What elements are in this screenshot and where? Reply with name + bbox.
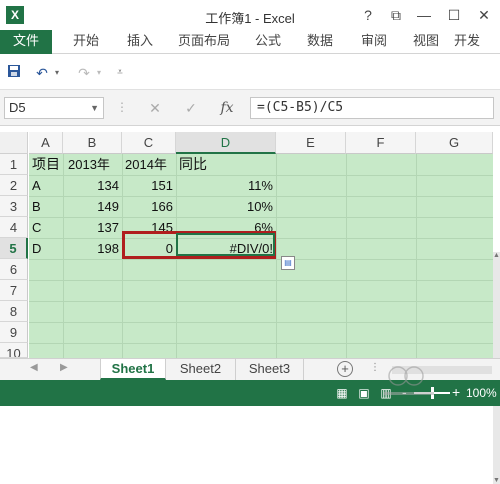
tab-insert[interactable]: 插入 [116, 30, 164, 54]
row-header-3[interactable]: 3 [0, 196, 28, 217]
formula-bar: D5 ▼ ⋮ ✕ ✓ fx =(C5-B5)/C5 [0, 90, 500, 126]
cell-c1[interactable]: 2014年 [122, 154, 182, 175]
cell-c2[interactable]: 151 [122, 175, 176, 196]
tab-view[interactable]: 视图 [404, 30, 448, 54]
column-header-c[interactable]: C [122, 132, 176, 154]
gridline [29, 343, 493, 344]
row-header-9[interactable]: 9 [0, 322, 28, 343]
column-header-d[interactable]: D [176, 132, 276, 154]
active-cell-border [176, 233, 275, 256]
scroll-up-icon[interactable]: ▲ [493, 252, 500, 259]
cell-b5[interactable]: 198 [63, 238, 122, 259]
zoom-in-button[interactable]: + [452, 384, 460, 400]
tab-review[interactable]: 审阅 [352, 30, 396, 54]
gridline [416, 154, 417, 358]
watermark-logo [384, 366, 434, 395]
cell-d3[interactable]: 10% [176, 196, 276, 217]
gridline [29, 280, 493, 281]
row-header-1[interactable]: 1 [0, 154, 28, 175]
tab-page-layout[interactable]: 页面布局 [172, 30, 236, 54]
column-header-a[interactable]: A [29, 132, 63, 154]
title-bar: X 工作簿1 - Excel ? ⧉ — ☐ ✕ [0, 0, 500, 30]
cell-a1[interactable]: 项目 [29, 154, 69, 175]
tab-file[interactable]: 文件 [0, 30, 52, 54]
insert-function-icon[interactable]: fx [216, 99, 238, 117]
enter-icon[interactable]: ✓ [180, 99, 202, 117]
undo-dropdown-icon[interactable]: ▾ [52, 64, 62, 82]
row-header-4[interactable]: 4 [0, 217, 28, 238]
ribbon-tabs: 文件 开始 插入 页面布局 公式 数据 审阅 视图 开发 [0, 30, 500, 54]
prev-sheet-icon[interactable]: ◀ [30, 362, 38, 373]
page-layout-view-icon[interactable]: ▣ [356, 385, 372, 401]
help-button[interactable]: ? [356, 5, 380, 25]
cancel-icon[interactable]: ✕ [144, 99, 166, 117]
add-sheet-button[interactable]: + [337, 361, 353, 377]
column-header-g[interactable]: G [416, 132, 493, 154]
tab-data[interactable]: 数据 [298, 30, 342, 54]
customize-qat-icon[interactable]: ⩡ [114, 64, 126, 82]
name-box[interactable]: D5 ▼ [4, 97, 104, 119]
maximize-button[interactable]: ☐ [442, 5, 466, 25]
undo-icon[interactable]: ↶ [32, 64, 52, 82]
cell-b4[interactable]: 137 [63, 217, 122, 238]
tab-developer[interactable]: 开发 [454, 30, 494, 54]
row-header-10[interactable]: 10 [0, 343, 28, 358]
gridline [29, 322, 493, 323]
row-header-2[interactable]: 2 [0, 175, 28, 196]
row-header-6[interactable]: 6 [0, 259, 28, 280]
column-header-b[interactable]: B [63, 132, 122, 154]
sheet-tab-sheet1[interactable]: Sheet1 [100, 359, 166, 380]
column-header-e[interactable]: E [276, 132, 346, 154]
cell-c3[interactable]: 166 [122, 196, 176, 217]
cell-a4[interactable]: C [29, 217, 63, 238]
cell-d2[interactable]: 11% [176, 175, 276, 196]
next-sheet-icon[interactable]: ▶ [60, 362, 68, 373]
cell-a3[interactable]: B [29, 196, 63, 217]
quick-analysis-icon[interactable]: ▤ [281, 256, 295, 270]
redo-icon[interactable]: ↷ [74, 64, 94, 82]
drag-handle-icon[interactable]: ⋮ [116, 100, 128, 114]
normal-view-icon[interactable]: ▦ [334, 385, 350, 401]
zoom-level[interactable]: 100% [466, 386, 497, 400]
cell-b2[interactable]: 134 [63, 175, 122, 196]
row-header-5[interactable]: 5 [0, 238, 28, 259]
cell-b3[interactable]: 149 [63, 196, 122, 217]
minimize-button[interactable]: — [412, 5, 436, 25]
chevron-down-icon[interactable]: ▼ [90, 98, 99, 118]
close-button[interactable]: ✕ [472, 5, 496, 25]
sheet-tab-sheet2[interactable]: Sheet2 [166, 359, 236, 380]
ribbon-display-button[interactable]: ⧉ [384, 5, 408, 25]
cell-b1[interactable]: 2013年 [65, 154, 125, 175]
sheet-tab-sheet3[interactable]: Sheet3 [236, 359, 304, 380]
gridline [276, 154, 277, 358]
redo-dropdown-icon[interactable]: ▾ [94, 64, 104, 82]
save-icon[interactable] [6, 64, 22, 82]
gridline [346, 154, 347, 358]
select-all-corner[interactable] [0, 132, 28, 154]
cell-a2[interactable]: A [29, 175, 63, 196]
tab-home[interactable]: 开始 [62, 30, 110, 54]
row-header-8[interactable]: 8 [0, 301, 28, 322]
scroll-down-icon[interactable]: ▼ [493, 477, 500, 484]
formula-input[interactable]: =(C5-B5)/C5 [250, 97, 494, 119]
cell-a5[interactable]: D [29, 238, 63, 259]
name-box-value: D5 [9, 100, 26, 115]
gridline [29, 301, 493, 302]
column-header-f[interactable]: F [346, 132, 416, 154]
tab-formulas[interactable]: 公式 [246, 30, 290, 54]
gridline [29, 259, 493, 260]
row-header-7[interactable]: 7 [0, 280, 28, 301]
cell-d1[interactable]: 同比 [176, 154, 236, 175]
quick-access-toolbar: ↶ ▾ ↷ ▾ ⩡ [0, 54, 500, 90]
